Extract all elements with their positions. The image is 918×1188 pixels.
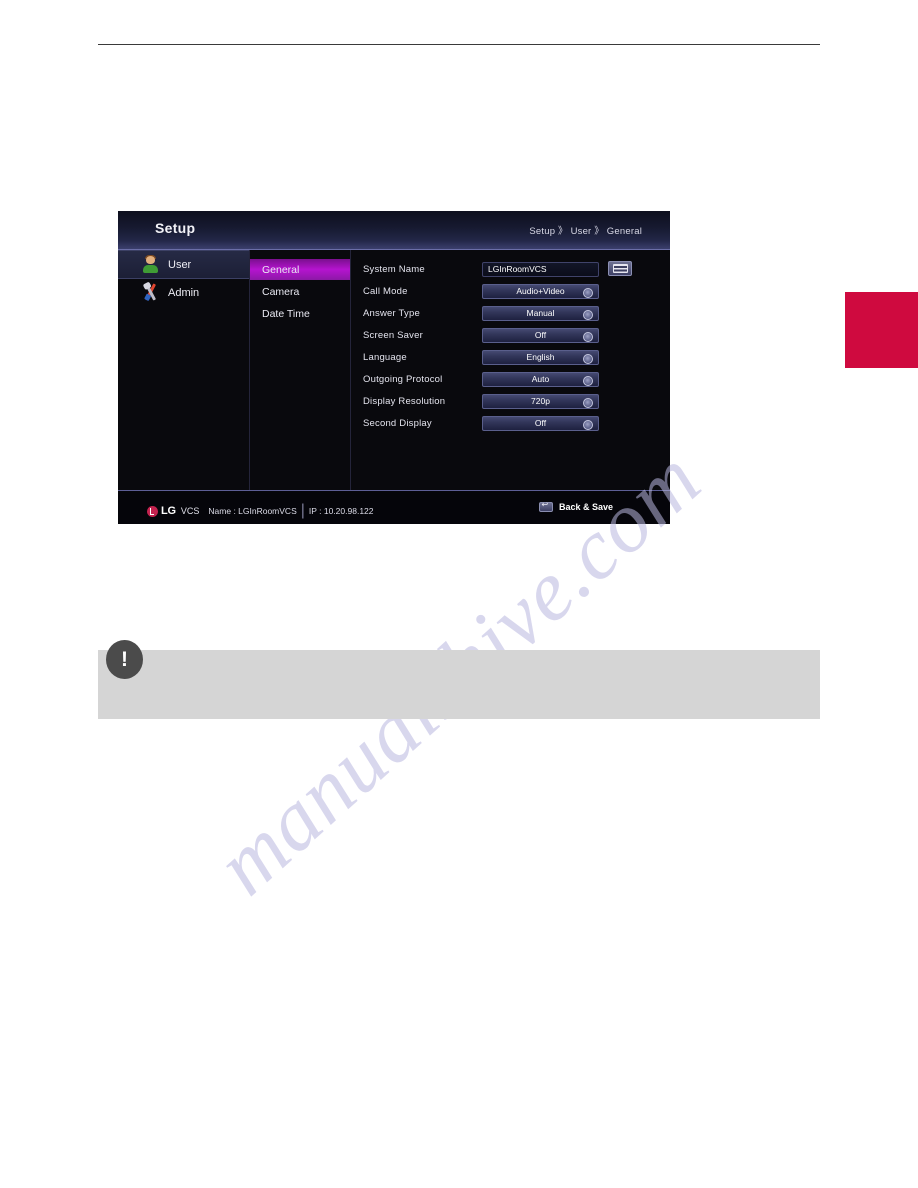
selector-knob-icon[interactable] (583, 397, 593, 408)
osd-body: User Admin General Camera Date Time Syst… (118, 250, 670, 499)
setting-row-answer-type: Answer Type Manual (352, 302, 670, 324)
setting-row-call-mode: Call Mode Audio+Video (352, 280, 670, 302)
sidebar-item-label: User (168, 258, 192, 271)
selector-knob-icon[interactable] (583, 353, 593, 364)
keyboard-button[interactable] (608, 261, 632, 276)
sidebar-item-label: Admin (168, 286, 200, 299)
sidebar-item-admin[interactable]: Admin (118, 279, 249, 306)
lg-logo-icon (147, 505, 158, 517)
sidebar-item-user[interactable]: User (118, 250, 249, 279)
ip-address-status: IP : 10.20.98.122 (308, 506, 374, 516)
selector-knob-icon[interactable] (583, 419, 593, 430)
setting-value: Auto (531, 374, 550, 384)
setting-row-outgoing-protocol: Outgoing Protocol Auto (352, 368, 670, 390)
answer-type-selector[interactable]: Manual (482, 305, 599, 321)
menu-item-camera[interactable]: Camera (250, 281, 350, 302)
language-selector[interactable]: English (482, 349, 599, 365)
setting-label: Answer Type (363, 307, 420, 319)
breadcrumb: Setup 》 User 》 General (529, 226, 642, 237)
second-display-selector[interactable]: Off (482, 415, 599, 431)
back-save-label: Back & Save (558, 502, 613, 512)
setting-label: System Name (363, 263, 425, 275)
note-callout-box (98, 650, 820, 719)
chapter-side-tab (845, 292, 918, 368)
setting-label: Outgoing Protocol (363, 373, 443, 385)
screen-saver-selector[interactable]: Off (482, 327, 599, 343)
setting-label: Second Display (363, 417, 432, 429)
call-mode-selector[interactable]: Audio+Video (482, 283, 599, 299)
setting-row-language: Language English (352, 346, 670, 368)
page-title: Setup (155, 220, 196, 236)
selector-knob-icon[interactable] (583, 331, 593, 342)
back-save-button[interactable]: Back & Save (538, 501, 613, 512)
brand-label: LG (161, 505, 176, 517)
selector-knob-icon[interactable] (583, 375, 593, 386)
footer-divider: | (300, 502, 305, 519)
exclamation-icon: ! (106, 640, 143, 679)
display-resolution-selector[interactable]: 720p (482, 393, 599, 409)
product-label: VCS (180, 506, 200, 516)
system-name-input[interactable]: LGInRoomVCS (482, 261, 599, 277)
setting-label: Language (363, 351, 407, 363)
setting-row-second-display: Second Display Off (352, 412, 670, 434)
exclamation-glyph: ! (121, 648, 128, 671)
osd-header: Setup Setup 》 User 》 General (118, 211, 670, 250)
settings-column: System Name LGInRoomVCS Call Mode Audio+… (352, 250, 670, 498)
setting-value: 720p (531, 396, 550, 406)
setting-value: Manual (526, 308, 555, 318)
back-arrow-icon (538, 501, 553, 512)
outgoing-protocol-selector[interactable]: Auto (482, 371, 599, 387)
menu-column: General Camera Date Time (250, 250, 351, 499)
setting-row-system-name: System Name LGInRoomVCS (352, 258, 670, 280)
setting-value: LGInRoomVCS (488, 264, 547, 274)
category-column: User Admin (118, 250, 250, 490)
page-header-rule (98, 44, 820, 45)
user-avatar-icon (141, 255, 160, 274)
page-watermark: manualshive.com (0, 0, 918, 1188)
menu-item-date-time[interactable]: Date Time (250, 303, 350, 324)
setting-label: Screen Saver (363, 329, 423, 341)
osd-footer: LG VCS Name : LGInRoomVCS | IP : 10.20.9… (118, 490, 670, 524)
setting-value: Audio+Video (516, 286, 565, 296)
vcs-setup-screen: Setup Setup 》 User 》 General User Admin … (118, 211, 670, 524)
footer-status: LG VCS Name : LGInRoomVCS | IP : 10.20.9… (147, 502, 374, 520)
tools-icon (141, 283, 160, 302)
system-name-status: Name : LGInRoomVCS (208, 506, 297, 516)
keyboard-icon (612, 264, 628, 273)
selector-knob-icon[interactable] (583, 309, 593, 320)
menu-item-general[interactable]: General (250, 259, 350, 280)
setting-label: Display Resolution (363, 395, 446, 407)
selector-knob-icon[interactable] (583, 287, 593, 298)
setting-row-display-resolution: Display Resolution 720p (352, 390, 670, 412)
setting-row-screen-saver: Screen Saver Off (352, 324, 670, 346)
setting-value: Off (534, 330, 547, 340)
setting-value: English (526, 352, 555, 362)
setting-value: Off (534, 418, 547, 428)
setting-label: Call Mode (363, 285, 408, 297)
